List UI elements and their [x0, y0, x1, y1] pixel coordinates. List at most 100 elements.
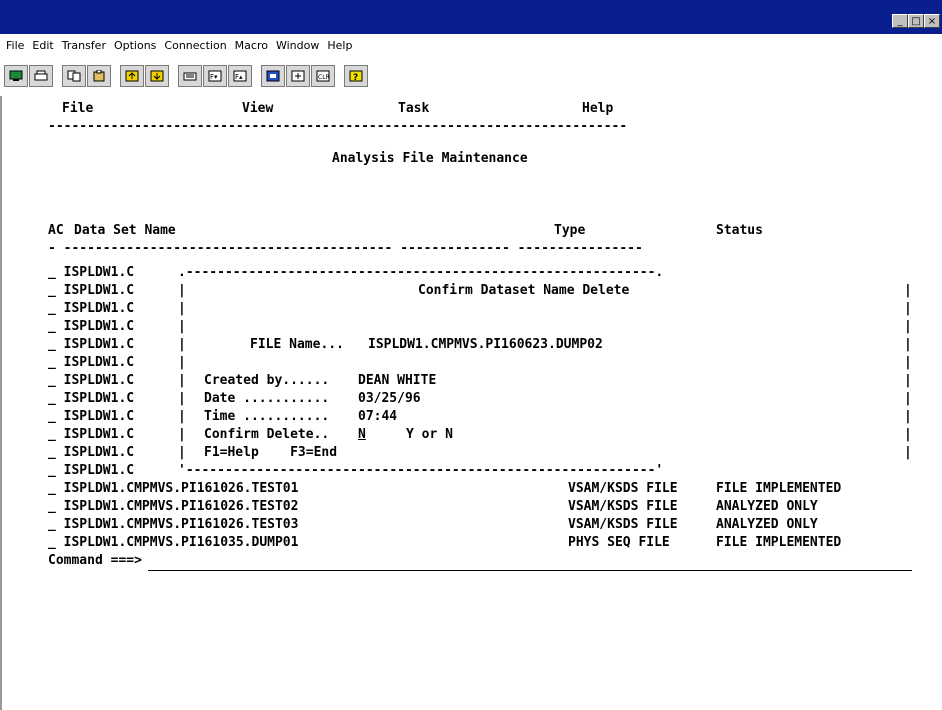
list-item[interactable]: _ ISPLDW1.C	[48, 282, 134, 300]
action-file[interactable]: File	[62, 100, 93, 118]
dataset-type: VSAM/KSDS FILE	[568, 499, 678, 514]
close-button[interactable]: ×	[924, 14, 940, 28]
popup-border: |	[904, 373, 912, 388]
list-item[interactable]: _ ISPLDW1.C	[48, 426, 134, 444]
confirm-delete-field[interactable]: N	[358, 426, 366, 444]
list-item[interactable]: _ ISPLDW1.C	[48, 390, 134, 408]
popup-border: |	[178, 337, 186, 352]
popup-border: |	[178, 373, 186, 388]
popup-border: |	[178, 409, 186, 424]
action-task[interactable]: Task	[398, 100, 429, 118]
list-item[interactable]: _ ISPLDW1.C	[48, 354, 134, 372]
receive-file-icon[interactable]	[145, 65, 169, 87]
popup-top-border: .---------------------------------------…	[178, 265, 664, 280]
list-item[interactable]: _ ISPLDW1.C	[48, 264, 134, 282]
time-label: Time ...........	[204, 409, 330, 424]
svg-text:CLR: CLR	[318, 74, 330, 81]
table-row[interactable]: _ ISPLDW1.CMPMVS.PI161026.TEST03	[48, 516, 298, 534]
popup-title: Confirm Dataset Name Delete	[418, 283, 630, 298]
paste-icon[interactable]	[87, 65, 111, 87]
minimize-button[interactable]: _	[892, 14, 908, 28]
header-underline: - --------------------------------------…	[48, 241, 643, 256]
date-value: 03/25/96	[358, 391, 421, 406]
popup-border: |	[904, 409, 912, 424]
command-label: Command ===>	[48, 553, 142, 568]
list-item[interactable]: _ ISPLDW1.C	[48, 408, 134, 426]
function-keys: F1=Help F3=End	[204, 445, 338, 460]
menu-help[interactable]: Help	[327, 39, 352, 52]
action-help[interactable]: Help	[582, 100, 613, 118]
popup-border: |	[178, 319, 186, 334]
popup-border: |	[904, 427, 912, 442]
dataset-status: ANALYZED ONLY	[716, 499, 818, 514]
dataset-name: ISPLDW1.CMPMVS.PI161035.DUMP01	[63, 535, 299, 550]
file-name-value: ISPLDW1.CMPMVS.PI160623.DUMP02	[368, 337, 603, 352]
record-icon[interactable]	[286, 65, 310, 87]
dataset-name: ISPLDW1.C	[63, 319, 135, 334]
menu-window[interactable]: Window	[276, 39, 319, 52]
dataset-type: PHYS SEQ FILE	[568, 535, 670, 550]
header-ac: AC	[48, 223, 64, 238]
dataset-name: ISPLDW1.CMPMVS.PI161026.TEST02	[63, 499, 299, 514]
header-type: Type	[554, 223, 586, 238]
popup-border: |	[904, 355, 912, 370]
popup-border: |	[178, 283, 186, 298]
toolbar: F▾ F▴ CLR ?	[0, 56, 942, 96]
maximize-button[interactable]: □	[908, 14, 924, 28]
menu-connection[interactable]: Connection	[164, 39, 226, 52]
copy-icon[interactable]	[62, 65, 86, 87]
header-dsn: Data Set Name	[74, 223, 176, 238]
dataset-name: ISPLDW1.C	[63, 391, 135, 406]
clear-icon[interactable]: CLR	[311, 65, 335, 87]
created-by-label: Created by......	[204, 373, 330, 388]
confirm-hint: Y or N	[406, 427, 453, 442]
print-icon[interactable]	[29, 65, 53, 87]
svg-text:F▴: F▴	[235, 73, 243, 81]
action-view[interactable]: View	[242, 100, 273, 118]
popup-border: |	[178, 391, 186, 406]
terminal-screen: File View Task Help --------------------…	[0, 96, 942, 710]
keyboard-icon[interactable]	[178, 65, 202, 87]
confirm-delete-label: Confirm Delete..	[204, 427, 330, 442]
menu-macro[interactable]: Macro	[235, 39, 268, 52]
popup-border: |	[904, 301, 912, 316]
menu-options[interactable]: Options	[114, 39, 156, 52]
dataset-name: ISPLDW1.C	[63, 283, 135, 298]
table-row[interactable]: _ ISPLDW1.CMPMVS.PI161026.TEST01	[48, 480, 298, 498]
help-icon[interactable]: ?	[344, 65, 368, 87]
dataset-status: FILE IMPLEMENTED	[716, 481, 842, 496]
dataset-name: ISPLDW1.C	[63, 445, 135, 460]
file-name-label: FILE Name...	[250, 337, 344, 352]
dataset-name: ISPLDW1.C	[63, 301, 135, 316]
list-item[interactable]: _ ISPLDW1.C	[48, 372, 134, 390]
list-item[interactable]: _ ISPLDW1.C	[48, 444, 134, 462]
dataset-type: VSAM/KSDS FILE	[568, 517, 678, 532]
send-file-icon[interactable]	[120, 65, 144, 87]
menu-transfer[interactable]: Transfer	[62, 39, 106, 52]
macro-icon[interactable]	[261, 65, 285, 87]
menu-bar: File Edit Transfer Options Connection Ma…	[0, 34, 942, 56]
dataset-name: ISPLDW1.C	[63, 463, 135, 478]
dataset-name: ISPLDW1.C	[63, 355, 135, 370]
table-row[interactable]: _ ISPLDW1.CMPMVS.PI161026.TEST02	[48, 498, 298, 516]
created-by-value: DEAN WHITE	[358, 373, 437, 388]
popup-border: |	[904, 445, 912, 460]
display-icon[interactable]	[4, 65, 28, 87]
dataset-name: ISPLDW1.C	[63, 265, 135, 280]
function-key-down-icon[interactable]: F▾	[203, 65, 227, 87]
function-key-up-icon[interactable]: F▴	[228, 65, 252, 87]
table-row[interactable]: _ ISPLDW1.CMPMVS.PI161035.DUMP01	[48, 534, 298, 552]
svg-text:F▾: F▾	[210, 73, 218, 81]
menu-edit[interactable]: Edit	[32, 39, 53, 52]
separator: ----------------------------------------…	[48, 119, 628, 134]
list-item[interactable]: _ ISPLDW1.C	[48, 300, 134, 318]
dataset-name: ISPLDW1.C	[63, 427, 135, 442]
list-item[interactable]: _ ISPLDW1.C	[48, 318, 134, 336]
popup-border: |	[904, 319, 912, 334]
list-item[interactable]: _ ISPLDW1.C	[48, 462, 134, 480]
dataset-status: ANALYZED ONLY	[716, 517, 818, 532]
list-item[interactable]: _ ISPLDW1.C	[48, 336, 134, 354]
dataset-type: VSAM/KSDS FILE	[568, 481, 678, 496]
command-input[interactable]	[148, 570, 912, 571]
menu-file[interactable]: File	[6, 39, 24, 52]
